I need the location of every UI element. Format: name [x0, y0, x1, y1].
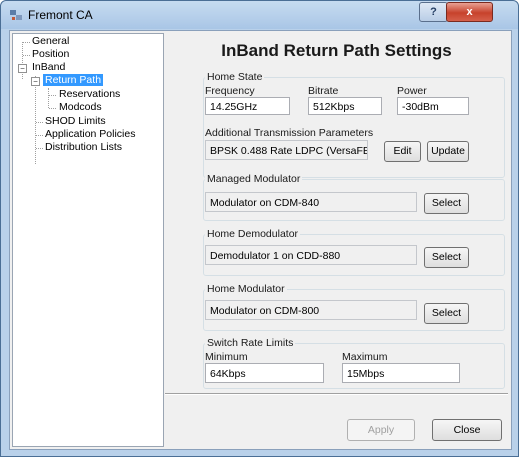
tree-line — [36, 148, 43, 149]
tree-line — [48, 88, 49, 108]
settings-tree[interactable]: General Position − InBand − Return Path … — [12, 33, 164, 447]
tree-line — [49, 95, 56, 96]
transmission-params-field: BPSK 0.488 Rate LDPC (VersaFEC) — [205, 140, 368, 160]
tree-item-application-policies[interactable]: Application Policies — [45, 128, 135, 140]
tree-collapse-toggle-return-path[interactable]: − — [31, 77, 40, 86]
frequency-field[interactable]: 14.25GHz — [205, 97, 290, 115]
tree-collapse-toggle-inband[interactable]: − — [18, 64, 27, 73]
transmission-params-label: Additional Transmission Parameters — [205, 127, 374, 139]
tree-line — [36, 122, 43, 123]
tree-item-general[interactable]: General — [32, 35, 69, 47]
home-modulator-label: Home Modulator — [205, 283, 287, 295]
tree-line — [49, 108, 56, 109]
dialog-client-area: General Position − InBand − Return Path … — [9, 30, 512, 450]
managed-modulator-select-button[interactable]: Select — [424, 193, 469, 214]
edit-button[interactable]: Edit — [384, 141, 421, 162]
tree-line — [23, 55, 30, 56]
tree-item-modcods[interactable]: Modcods — [59, 101, 102, 113]
close-button[interactable]: Close — [432, 419, 502, 441]
tree-item-return-path[interactable]: Return Path — [43, 74, 104, 86]
maximum-label: Maximum — [342, 351, 388, 363]
tree-item-distribution-lists[interactable]: Distribution Lists — [45, 141, 122, 153]
window-close-button[interactable]: x — [446, 2, 493, 22]
home-demodulator-label: Home Demodulator — [205, 228, 301, 240]
tree-line — [22, 42, 23, 79]
tree-item-position[interactable]: Position — [32, 48, 69, 60]
title-bar[interactable]: Fremont CA ? x — [1, 1, 518, 29]
managed-modulator-field: Modulator on CDM-840 — [205, 192, 417, 212]
window-title: Fremont CA — [28, 8, 93, 22]
home-demodulator-field: Demodulator 1 on CDD-880 — [205, 245, 417, 265]
tree-line — [36, 135, 43, 136]
home-modulator-select-button[interactable]: Select — [424, 303, 469, 324]
maximum-field[interactable]: 15Mbps — [342, 363, 460, 383]
home-demodulator-select-button[interactable]: Select — [424, 247, 469, 268]
divider — [165, 393, 508, 395]
tree-item-inband[interactable]: InBand — [32, 61, 65, 73]
home-state-label: Home State — [205, 71, 265, 83]
help-button[interactable]: ? — [419, 2, 448, 22]
minimum-field[interactable]: 64Kbps — [205, 363, 324, 383]
minimum-label: Minimum — [205, 351, 248, 363]
tree-item-shod-limits[interactable]: SHOD Limits — [45, 115, 106, 127]
settings-panel: InBand Return Path Settings Home State F… — [165, 33, 508, 445]
update-button[interactable]: Update — [427, 141, 469, 162]
switch-rate-limits-label: Switch Rate Limits — [205, 337, 296, 349]
home-modulator-field: Modulator on CDM-800 — [205, 300, 417, 320]
bitrate-label: Bitrate — [308, 85, 339, 97]
frequency-label: Frequency — [205, 85, 255, 97]
tree-item-reservations[interactable]: Reservations — [59, 88, 120, 100]
tree-line — [35, 76, 36, 164]
page-title: InBand Return Path Settings — [221, 41, 452, 60]
managed-modulator-label: Managed Modulator — [205, 173, 303, 185]
dialog-window: Fremont CA ? x General Position − InBand… — [0, 0, 519, 457]
power-field[interactable]: -30dBm — [397, 97, 469, 115]
apply-button[interactable]: Apply — [347, 419, 415, 441]
tree-line — [23, 42, 30, 43]
app-icon — [10, 10, 22, 20]
bitrate-field[interactable]: 512Kbps — [308, 97, 382, 115]
power-label: Power — [397, 85, 427, 97]
